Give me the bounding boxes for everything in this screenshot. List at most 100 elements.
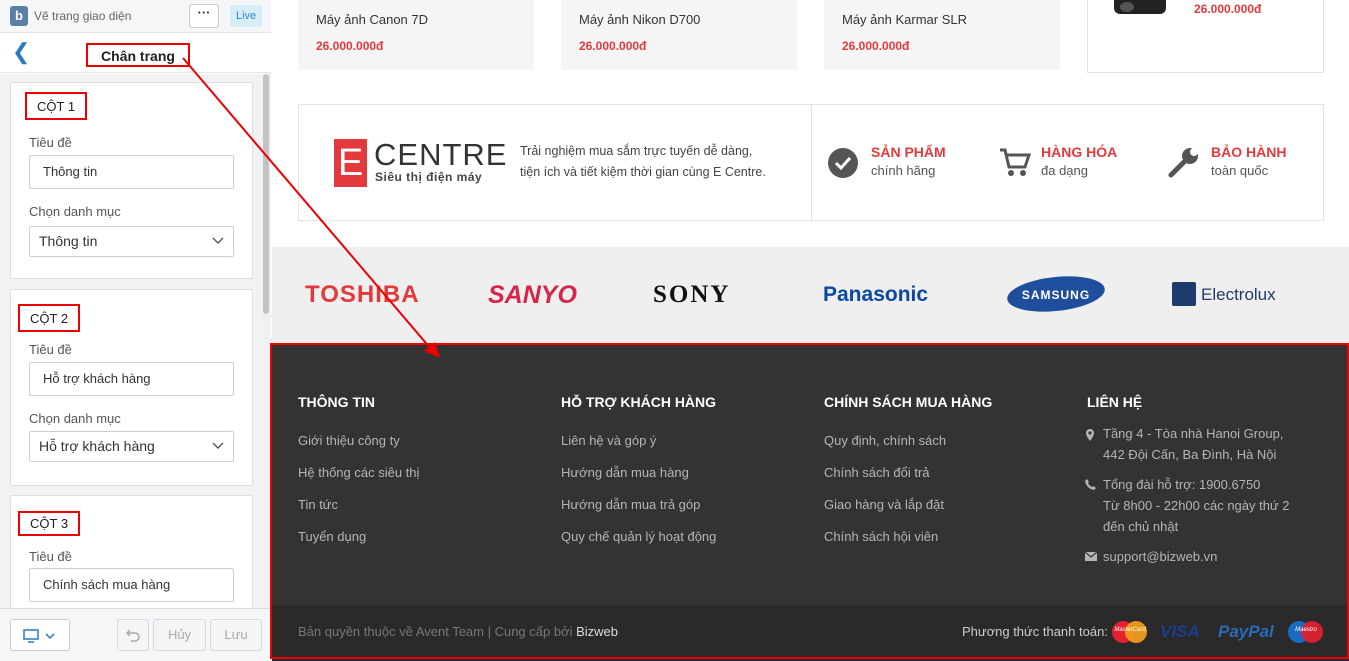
product-price: 26.000.000đ [1194, 2, 1262, 16]
column-label: CỘT 1 [25, 92, 88, 120]
footer-link[interactable]: Giới thiệu công ty [298, 433, 400, 448]
contact-email[interactable]: support@bizweb.vn [1103, 546, 1217, 567]
product-card[interactable]: Máy ảnh Nikon D700 26.000.000đ [561, 0, 797, 70]
mail-icon [1085, 552, 1097, 561]
footer-bottom-bar: Bản quyền thuộc về Avent Team | Cung cấp… [272, 605, 1349, 661]
editor-topbar: b Vẽ trang giao diện ··· Live [0, 0, 271, 33]
phone-icon [1085, 479, 1096, 490]
save-button[interactable]: Lưu [210, 619, 262, 651]
brand-logo-sony[interactable]: SONY [653, 247, 730, 343]
logo-subtitle: Siêu thị điện máy [375, 170, 483, 184]
desktop-icon [23, 629, 55, 644]
title-field-label: Tiêu đề [29, 135, 72, 150]
feature-subtitle: đa dạng [1041, 163, 1088, 178]
brand-logo-panasonic[interactable]: Panasonic [823, 247, 928, 343]
footer-link[interactable]: Giao hàng và lắp đặt [824, 497, 944, 512]
column-card-3: CỘT 3 Tiêu đề Chính sách mua hàng [10, 495, 253, 608]
logo-letter: E [337, 142, 364, 184]
check-circle-icon [828, 148, 858, 178]
product-name[interactable]: Máy ảnh Nikon D700 [579, 12, 700, 27]
footer-link[interactable]: Liên hệ và góp ý [561, 433, 656, 448]
title-input[interactable]: Thông tin [29, 155, 234, 189]
footer-column-title: LIÊN HỆ [1087, 394, 1143, 410]
category-field-label: Chọn danh mục [29, 204, 121, 219]
scrollbar-thumb[interactable] [263, 74, 269, 314]
column-label: CỘT 3 [18, 511, 81, 536]
store-preview: Máy ảnh Canon 7D 26.000.000đ Máy ảnh Nik… [272, 0, 1349, 661]
map-pin-icon [1086, 429, 1094, 441]
product-card[interactable]: Máy ảnh Karmar SLR 26.000.000đ [824, 0, 1060, 70]
contact-address: Tầng 4 - Tòa nhà Hanoi Group, 442 Đội Cấ… [1103, 423, 1283, 465]
section-title: Chân trang [86, 43, 190, 67]
intro-line: tiện ích và tiết kiệm thời gian cùng E C… [520, 165, 766, 179]
category-select[interactable]: Hỗ trợ khách hàng [29, 431, 234, 462]
device-preview-button[interactable] [10, 619, 70, 651]
undo-button[interactable] [117, 619, 149, 651]
product-name[interactable]: Máy ảnh Canon 7D [316, 12, 428, 27]
column-label: CỘT 2 [18, 304, 81, 332]
product-card[interactable]: Máy ảnh Canon 7D 26.000.000đ [298, 0, 534, 70]
footer-link[interactable]: Hướng dẫn mua trả góp [561, 497, 700, 512]
logo-word: CENTRE [374, 137, 508, 172]
category-field-label: Chọn danh mục [29, 411, 121, 426]
category-select-value: Thông tin [39, 233, 98, 249]
brand-name: Electrolux [1201, 285, 1276, 304]
brand-logo-samsung[interactable]: SAMSUNG [1005, 247, 1107, 343]
site-footer: THÔNG TIN Giới thiệu công ty Hệ thống cá… [272, 343, 1349, 605]
divider [811, 105, 812, 220]
footer-link[interactable]: Tuyển dụng [298, 529, 366, 544]
title-input[interactable]: Chính sách mua hàng [29, 568, 234, 602]
footer-link[interactable]: Chính sách hội viên [824, 529, 938, 544]
address-line: 442 Đội Cấn, Ba Đình, Hà Nội [1103, 447, 1277, 462]
settings-scroll-area: CỘT 1 Tiêu đề Thông tin Chọn danh mục Th… [0, 74, 271, 608]
back-arrow-icon[interactable]: ❮ [12, 41, 30, 63]
hotline-line: Tổng đài hỗ trợ: 1900.6750 [1103, 477, 1261, 492]
category-select-value: Hỗ trợ khách hàng [39, 438, 155, 454]
cancel-button[interactable]: Hủy [153, 619, 206, 651]
product-card[interactable]: 26.000.000đ [1087, 0, 1324, 73]
footer-link[interactable]: Tin tức [298, 497, 338, 512]
chevron-down-icon [212, 227, 224, 267]
editor-bottom-bar: Hủy Lưu [0, 608, 271, 661]
chevron-down-icon [212, 432, 224, 472]
theme-editor-panel: b Vẽ trang giao diện ··· Live ❮ Chân tra… [0, 0, 271, 661]
feature-title: BẢO HÀNH [1211, 144, 1287, 160]
bizweb-logo-icon: b [10, 6, 28, 26]
title-field-label: Tiêu đề [29, 549, 72, 564]
footer-link[interactable]: Chính sách đổi trả [824, 465, 930, 480]
product-name[interactable]: Máy ảnh Karmar SLR [842, 12, 967, 27]
footer-column-title: THÔNG TIN [298, 394, 375, 410]
maestro-logo: Maestro [1288, 621, 1324, 643]
feature-subtitle: toàn quốc [1211, 163, 1269, 178]
address-line: Tầng 4 - Tòa nhà Hanoi Group, [1103, 426, 1284, 441]
copyright-label: Bản quyền thuộc về Avent Team | Cung cấp… [298, 624, 577, 639]
bizweb-link[interactable]: Bizweb [576, 624, 618, 639]
brand-logo-sanyo[interactable]: SANYO [488, 247, 577, 343]
title-input[interactable]: Hỗ trợ khách hàng [29, 362, 234, 396]
footer-link[interactable]: Hệ thống các siêu thị [298, 465, 419, 480]
footer-column-title: HỖ TRỢ KHÁCH HÀNG [561, 394, 717, 410]
more-options-button[interactable]: ··· [189, 4, 219, 28]
payment-method-name: Maestro [1295, 627, 1317, 633]
footer-link[interactable]: Quy chế quản lý hoạt động [561, 529, 716, 544]
visa-logo: VISA [1160, 622, 1200, 641]
footer-column-title: CHÍNH SÁCH MUA HÀNG [824, 394, 993, 410]
footer-link[interactable]: Hướng dẫn mua hàng [561, 465, 689, 480]
wrench-icon [1168, 148, 1198, 178]
theme-name: Vẽ trang giao diện [34, 9, 132, 23]
payment-label: Phương thức thanh toán: [962, 624, 1108, 639]
feature-title: SẢN PHẨM [871, 144, 946, 160]
undo-icon [125, 629, 140, 642]
category-select[interactable]: Thông tin [29, 226, 234, 257]
footer-link[interactable]: Quy định, chính sách [824, 433, 946, 448]
product-image[interactable] [1114, 0, 1166, 14]
contact-hotline: Tổng đài hỗ trợ: 1900.6750 Từ 8h00 - 22h… [1103, 474, 1290, 537]
paypal-logo: PayPal [1218, 622, 1274, 641]
hotline-line: đến chủ nhật [1103, 519, 1179, 534]
live-badge: Live [230, 5, 263, 27]
mastercard-logo: MasterCard [1112, 621, 1148, 643]
feature-title: HÀNG HÓA [1041, 144, 1118, 160]
store-info-band: E CENTRE Siêu thị điện máy Trải nghiệm m… [298, 104, 1324, 221]
title-field-label: Tiêu đề [29, 342, 72, 357]
brand-logo-toshiba[interactable]: TOSHIBA [305, 247, 420, 343]
